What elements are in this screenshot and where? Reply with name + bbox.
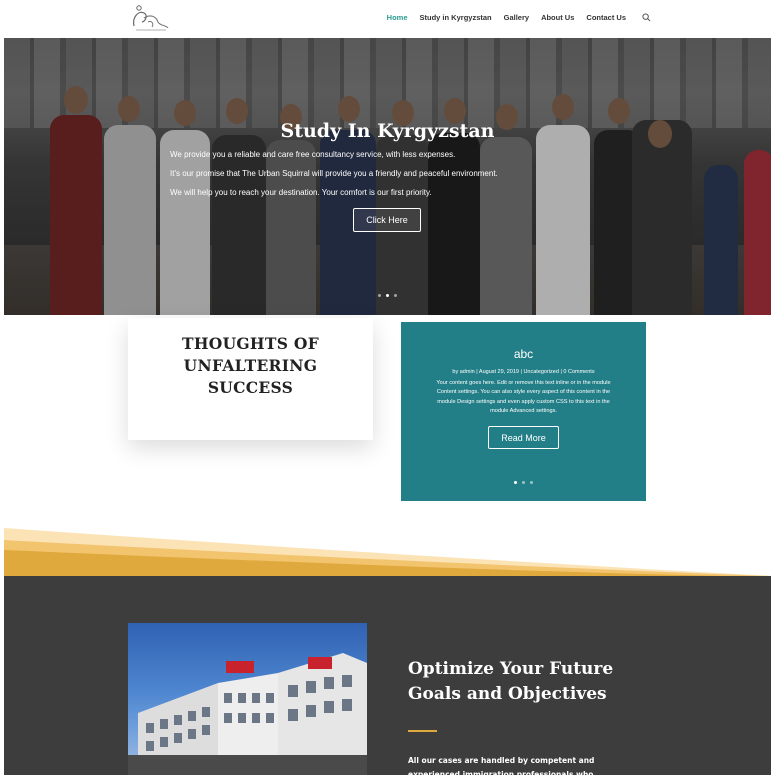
goals-heading: Optimize Your Future Goals and Objective… bbox=[408, 657, 613, 707]
post-meta: by admin | August 29, 2019 | Uncategoriz… bbox=[452, 369, 595, 375]
nav-contact-us[interactable]: Contact Us bbox=[586, 13, 626, 22]
search-icon[interactable] bbox=[642, 13, 651, 22]
thoughts-line-2: UNFALTERING bbox=[183, 356, 318, 375]
hero-slider-dots bbox=[378, 294, 397, 297]
squirrel-logo-icon bbox=[133, 5, 169, 31]
hero-title: Study In Kyrgyzstan bbox=[280, 120, 495, 142]
read-more-button[interactable]: Read More bbox=[488, 426, 559, 450]
gold-divider bbox=[408, 730, 437, 732]
slider-dot-active[interactable] bbox=[514, 481, 517, 484]
slider-dot-active[interactable] bbox=[386, 294, 389, 297]
goals-heading-line-2: Goals and Objectives bbox=[408, 684, 607, 704]
slider-dot[interactable] bbox=[394, 294, 397, 297]
goals-text: All our cases are handled by competent a… bbox=[408, 756, 595, 775]
site-logo[interactable] bbox=[128, 4, 172, 34]
hero-line-3: We will help you to reach your destinati… bbox=[170, 188, 432, 197]
nav-about-us[interactable]: About Us bbox=[541, 13, 574, 22]
post-title[interactable]: abc bbox=[401, 347, 646, 361]
post-slider: abc by admin | August 29, 2019 | Uncateg… bbox=[401, 322, 646, 501]
nav-study-in-kyrgyzstan[interactable]: Study in Kyrgyzstan bbox=[420, 13, 492, 22]
click-here-button[interactable]: Click Here bbox=[353, 208, 421, 232]
thoughts-line-1: THOUGHTS OF bbox=[181, 334, 319, 353]
thoughts-heading: THOUGHTS OF UNFALTERING SUCCESS bbox=[128, 333, 373, 399]
wave-divider bbox=[4, 528, 771, 580]
hero-line-1: We provide you a reliable and care free … bbox=[170, 150, 456, 159]
hero-slider: Study In Kyrgyzstan We provide you a rel… bbox=[4, 38, 771, 315]
thoughts-line-3: SUCCESS bbox=[207, 378, 294, 397]
hero-line-2: It's our promise that The Urban Squirral… bbox=[170, 169, 498, 178]
nav-gallery[interactable]: Gallery bbox=[504, 13, 529, 22]
slider-dot[interactable] bbox=[530, 481, 533, 484]
post-excerpt: Your content goes here. Edit or remove t… bbox=[436, 380, 611, 414]
slider-dot[interactable] bbox=[522, 481, 525, 484]
building-photo bbox=[128, 623, 367, 775]
slider-dot[interactable] bbox=[378, 294, 381, 297]
main-nav: Home Study in Kyrgyzstan Gallery About U… bbox=[387, 13, 651, 22]
thoughts-card: THOUGHTS OF UNFALTERING SUCCESS bbox=[128, 318, 373, 440]
goals-heading-line-1: Optimize Your Future bbox=[408, 659, 614, 679]
goals-section bbox=[4, 576, 771, 775]
site-header: Home Study in Kyrgyzstan Gallery About U… bbox=[0, 0, 779, 38]
nav-home[interactable]: Home bbox=[387, 13, 408, 22]
post-slider-dots bbox=[514, 481, 533, 484]
building-image bbox=[128, 653, 367, 775]
